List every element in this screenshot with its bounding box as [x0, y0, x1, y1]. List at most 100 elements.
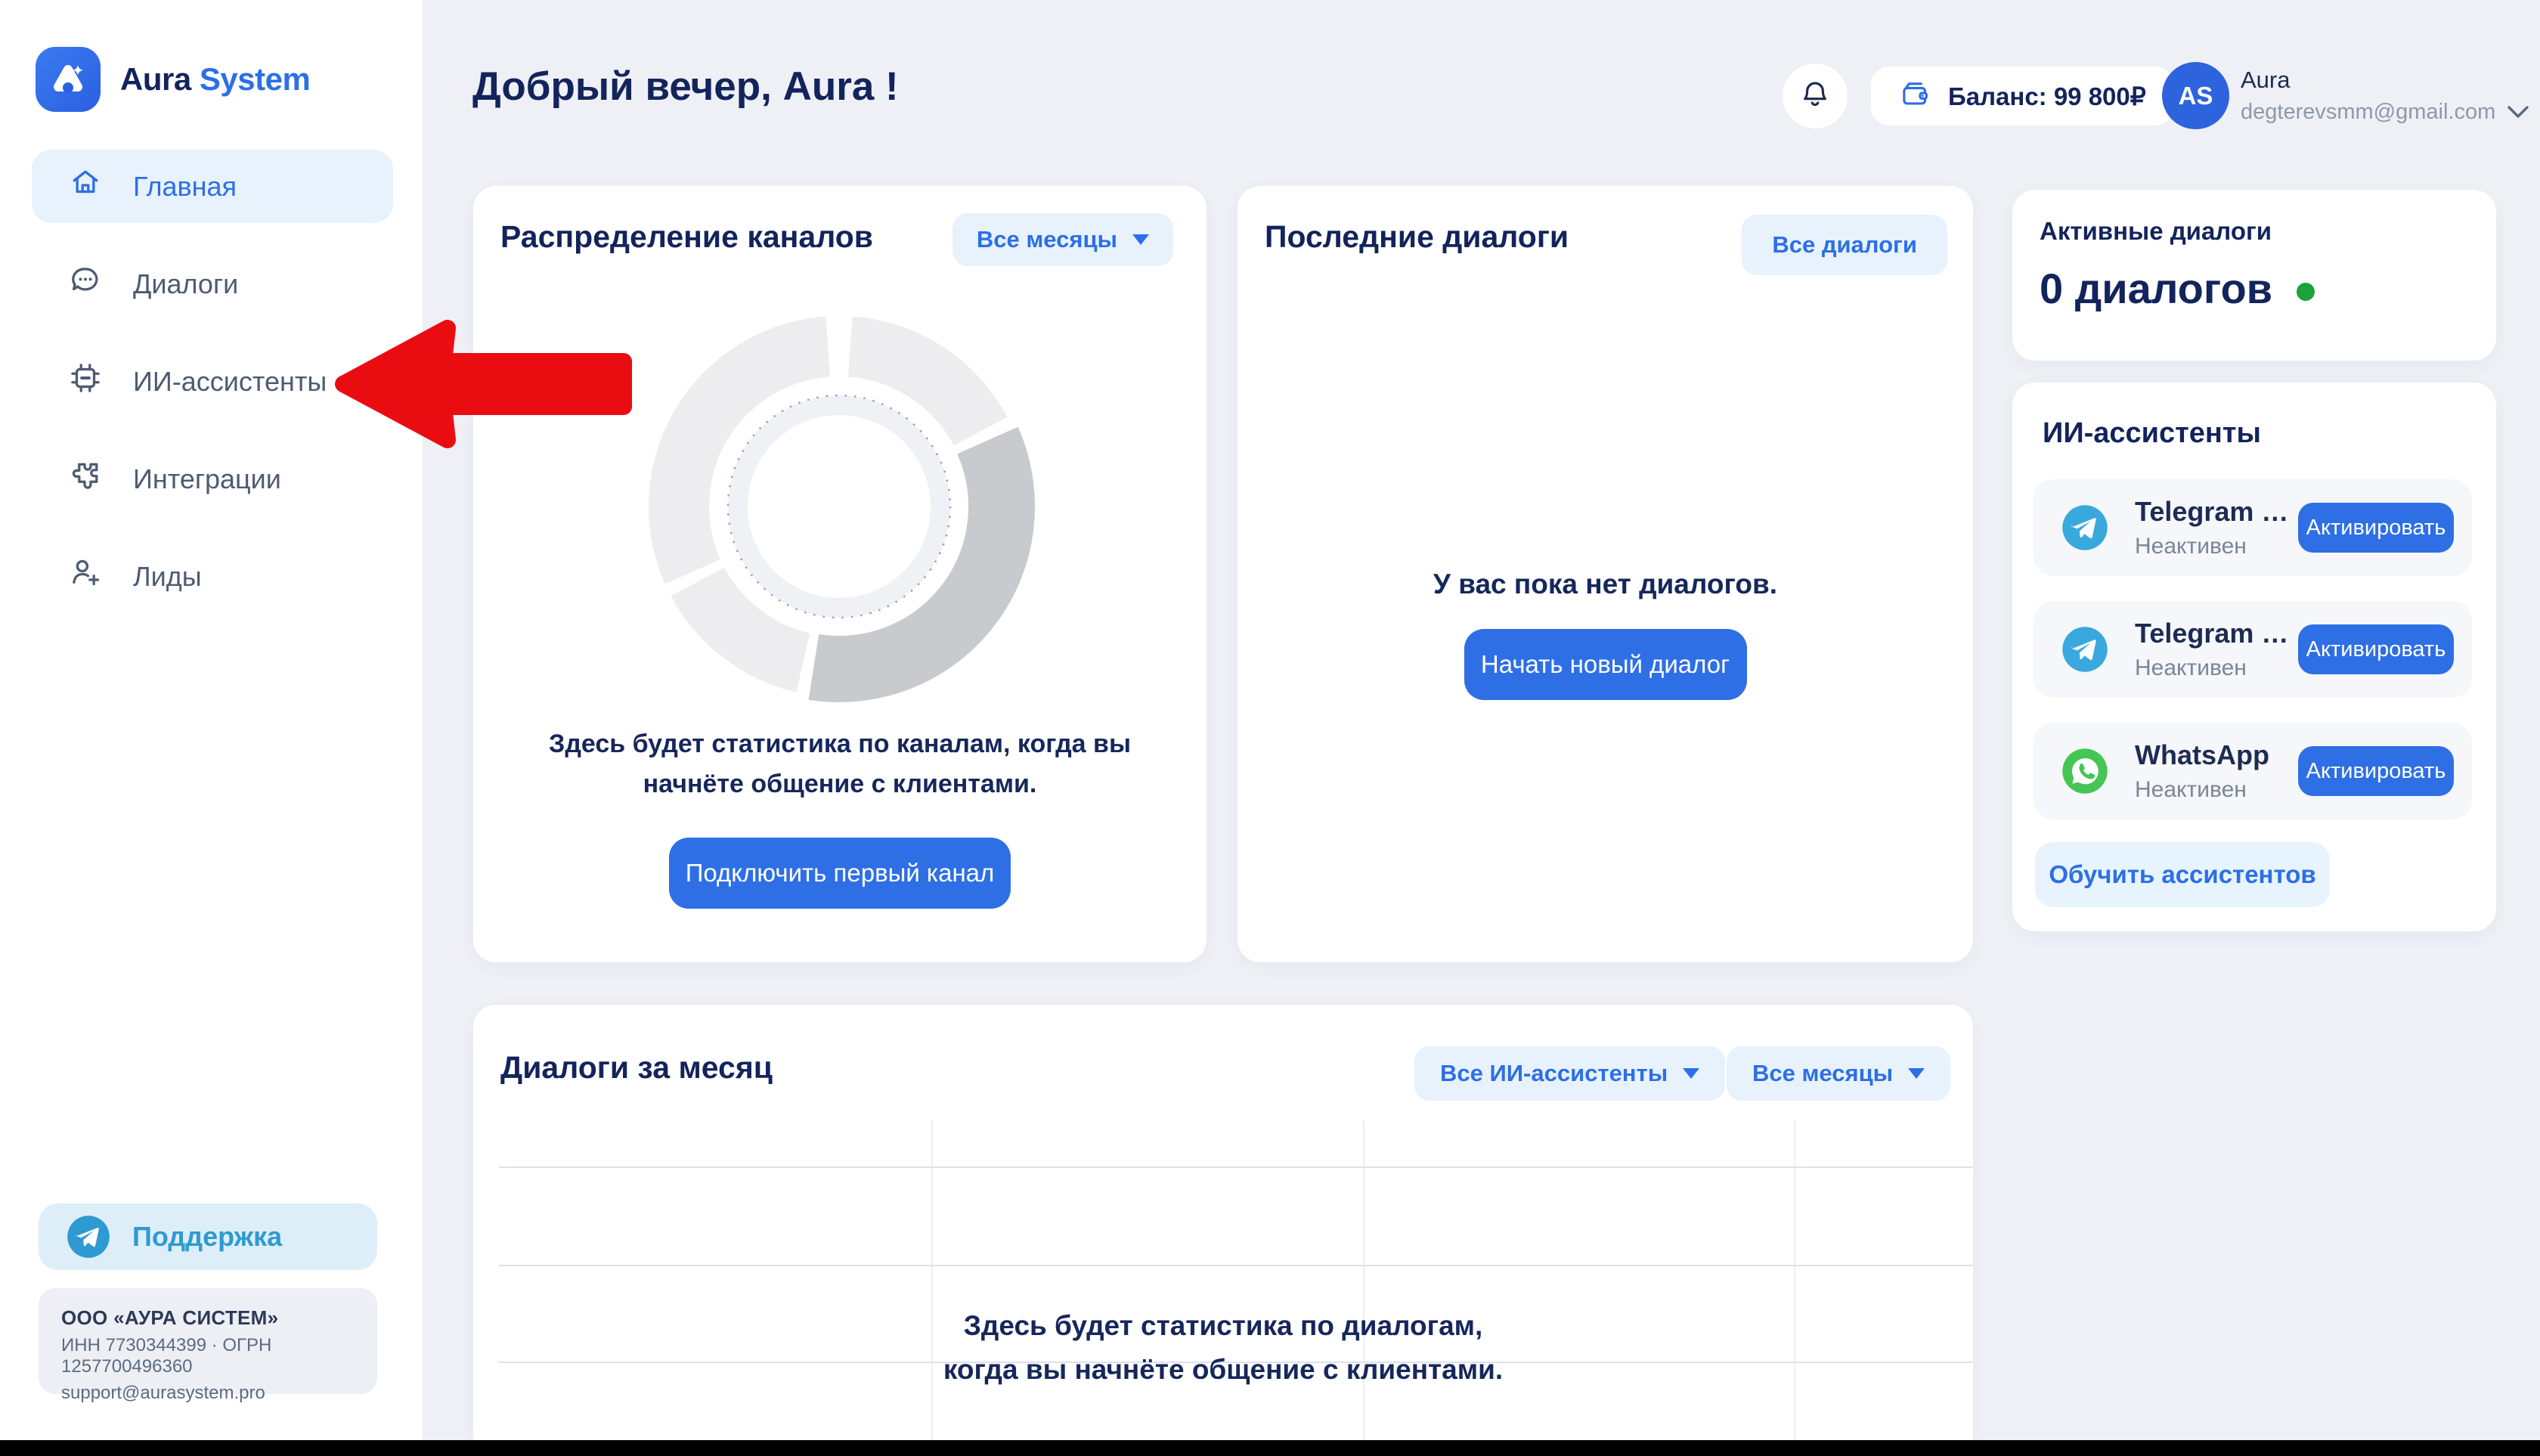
dashboard-page: Aura System Главная [0, 0, 2540, 1456]
sidebar-item-dialogs[interactable]: Диалоги [32, 247, 393, 321]
assistant-row: Telegram … Неактивен Активировать [2034, 601, 2472, 698]
company-info: ООО «АУРА СИСТЕМ» ИНН 7730344399 · ОГРН … [39, 1288, 377, 1394]
channels-empty-line2: начнёте общение с клиентами. [473, 764, 1206, 804]
assistants-filter-label: Все ИИ-ассистенты [1440, 1060, 1668, 1087]
assistant-status: Неактивен [2135, 777, 2298, 803]
bell-icon [1798, 78, 1832, 115]
months-filter-label: Все месяцы [1752, 1060, 1893, 1087]
brand-name-primary: Aura [120, 61, 191, 97]
caret-down-icon [1908, 1068, 1925, 1079]
grid-line [1794, 1120, 1795, 1456]
sidebar-item-label: Диалоги [133, 268, 238, 300]
company-name: ООО «АУРА СИСТЕМ» [61, 1306, 355, 1330]
grid-line [499, 1265, 1973, 1266]
assistant-name: WhatsApp [2135, 739, 2298, 771]
ai-assistants-card: ИИ-ассистенты Telegram … Неактивен Актив… [2012, 383, 2496, 931]
monthly-empty-line1: Здесь будет статистика по диалогам, [473, 1304, 1973, 1348]
sidebar-item-label: ИИ-ассистенты [133, 366, 327, 398]
company-registration: ИНН 7730344399 · ОГРН 1257700496360 [61, 1335, 355, 1377]
assistants-card-title: ИИ-ассистенты [2043, 417, 2261, 450]
activate-button[interactable]: Активировать [2298, 624, 2454, 674]
grid-line [1363, 1120, 1364, 1456]
active-dialogs-card: Активные диалоги 0 диалогов [2012, 190, 2496, 361]
assistant-name: Telegram … [2135, 618, 2298, 649]
channels-donut-placeholder [643, 310, 1036, 703]
sidebar-item-leads[interactable]: Лиды [32, 540, 393, 613]
assistant-info: Telegram … Неактивен [2135, 618, 2298, 681]
online-status-dot [2297, 283, 2315, 301]
assistant-row: Telegram … Неактивен Активировать [2034, 479, 2472, 576]
grid-line [499, 1166, 1973, 1168]
balance-label: Баланс: 99 800₽ [1948, 82, 2146, 111]
brand-logo: Aura System [36, 47, 310, 112]
recent-card-title: Последние диалоги [1265, 219, 1569, 255]
months-filter-dropdown[interactable]: Все месяцы [952, 213, 1173, 266]
months-filter-dropdown[interactable]: Все месяцы [1727, 1046, 1950, 1101]
train-assistants-button[interactable]: Обучить ассистентов [2035, 842, 2330, 907]
sidebar-item-label: Лиды [133, 561, 202, 593]
connect-first-channel-button[interactable]: Подключить первый канал [669, 838, 1011, 909]
channels-empty-message: Здесь будет статистика по каналам, когда… [473, 724, 1206, 804]
active-dialogs-count: 0 диалогов [2040, 264, 2272, 313]
wallet-icon [1898, 78, 1931, 115]
caret-down-icon [1683, 1068, 1699, 1079]
caret-down-icon [1132, 234, 1149, 245]
person-plus-icon [68, 556, 103, 597]
avatar[interactable]: AS [2162, 62, 2229, 129]
notifications-button[interactable] [1783, 64, 1848, 129]
brand-name-secondary: System [200, 61, 310, 97]
sidebar-item-label: Главная [133, 171, 237, 203]
monthly-empty-line2: когда вы начнёте общение с клиентами. [473, 1348, 1973, 1392]
assistant-row: WhatsApp Неактивен Активировать [2034, 723, 2472, 819]
assistant-info: Telegram … Неактивен [2135, 496, 2298, 559]
user-menu[interactable]: Aura degterevsmm@gmail.com [2241, 67, 2530, 125]
support-label: Поддержка [132, 1221, 282, 1253]
all-dialogs-button[interactable]: Все диалоги [1742, 215, 1947, 275]
grid-line [931, 1120, 933, 1456]
activate-button[interactable]: Активировать [2298, 503, 2454, 553]
aura-logo-icon [36, 47, 101, 112]
all-dialogs-label: Все диалоги [1772, 231, 1917, 259]
balance-button[interactable]: Баланс: 99 800₽ [1871, 67, 2173, 125]
assistant-status: Неактивен [2135, 534, 2298, 559]
whatsapp-icon [2061, 747, 2109, 795]
monthly-empty-message: Здесь будет статистика по диалогам, когд… [473, 1304, 1973, 1392]
telegram-icon [66, 1214, 111, 1259]
home-icon [68, 166, 103, 207]
red-annotation-arrow [327, 316, 644, 452]
telegram-icon [2061, 625, 2109, 674]
telegram-icon [2061, 503, 2109, 552]
taskbar-strip [0, 1440, 2540, 1456]
channels-empty-line1: Здесь будет статистика по каналам, когда… [473, 724, 1206, 764]
assistants-filter-dropdown[interactable]: Все ИИ-ассистенты [1414, 1046, 1725, 1101]
monthly-dialogs-card: Диалоги за месяц Все ИИ-ассистенты Все м… [473, 1005, 1973, 1456]
dialogs-empty-message: У вас пока нет диалогов. [1237, 564, 1973, 604]
chevron-down-icon [2506, 100, 2530, 125]
user-email: degterevsmm@gmail.com [2241, 100, 2495, 125]
company-email: support@aurasystem.pro [61, 1383, 355, 1404]
user-email-row: degterevsmm@gmail.com [2241, 100, 2530, 125]
months-filter-label: Все месяцы [977, 226, 1117, 253]
start-new-dialog-button[interactable]: Начать новый диалог [1464, 629, 1747, 700]
brand-name: Aura System [120, 61, 310, 98]
chip-icon [68, 361, 103, 402]
chat-icon [68, 263, 103, 305]
activate-button[interactable]: Активировать [2298, 746, 2454, 796]
sidebar-item-home[interactable]: Главная [32, 150, 393, 223]
user-name: Aura [2241, 67, 2530, 94]
recent-dialogs-card: Последние диалоги Все диалоги У вас пока… [1237, 186, 1973, 962]
active-dialogs-title: Активные диалоги [2040, 217, 2272, 246]
sidebar-item-integrations[interactable]: Интеграции [32, 442, 393, 516]
assistant-info: WhatsApp Неактивен [2135, 739, 2298, 803]
page-title: Добрый вечер, Aura ! [472, 64, 899, 110]
assistant-name: Telegram … [2135, 496, 2298, 528]
assistant-status: Неактивен [2135, 655, 2298, 681]
puzzle-icon [68, 458, 103, 500]
sidebar: Aura System Главная [0, 0, 424, 1456]
avatar-initials: AS [2179, 82, 2213, 110]
sidebar-item-label: Интеграции [133, 463, 281, 495]
active-dialogs-value-row: 0 диалогов [2040, 264, 2315, 313]
support-button[interactable]: Поддержка [39, 1204, 377, 1270]
monthly-card-title: Диалоги за месяц [500, 1050, 773, 1086]
monthly-chart-grid [473, 1120, 1973, 1456]
